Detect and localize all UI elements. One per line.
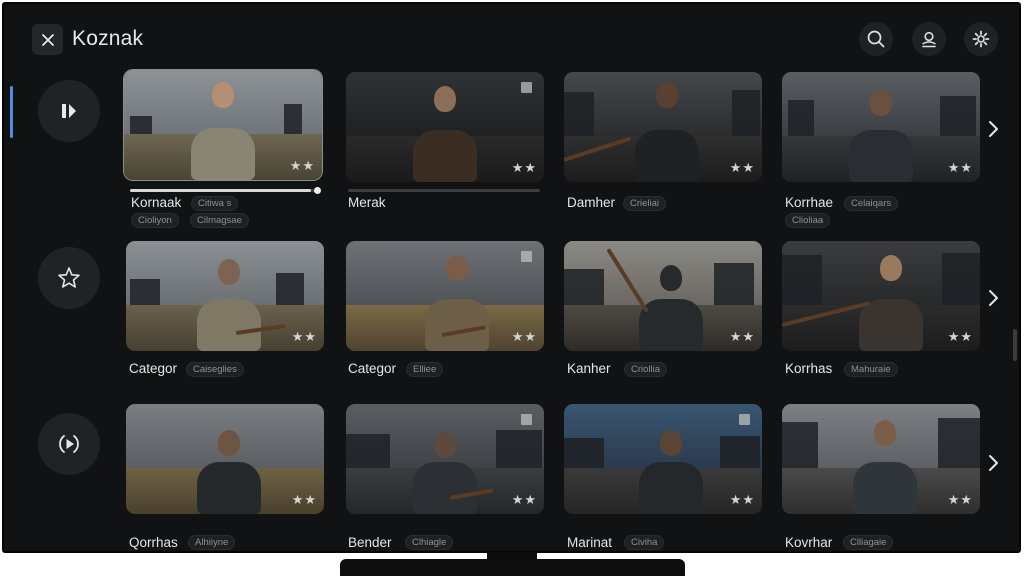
card-thumbnail: ★★ bbox=[126, 404, 324, 514]
chevron-right-icon bbox=[989, 290, 998, 306]
card-title: Kovrhar bbox=[785, 535, 833, 550]
rating-stars: ★★ bbox=[511, 160, 537, 175]
rating-stars: ★★ bbox=[947, 492, 973, 507]
card-thumbnail: ★★ bbox=[564, 404, 762, 514]
card-thumbnail: ★★ bbox=[782, 404, 980, 514]
rating-stars: ★★ bbox=[947, 160, 973, 175]
top-bar: Koznak bbox=[4, 4, 1019, 66]
focus-indicator bbox=[10, 86, 13, 138]
card-thumbnail: ★★ bbox=[782, 241, 980, 351]
media-card[interactable]: ★★ bbox=[346, 72, 544, 182]
card-thumbnail: ★★ bbox=[346, 241, 544, 351]
rating-stars: ★★ bbox=[291, 329, 317, 344]
star-icon bbox=[58, 267, 80, 288]
rating-stars: ★★ bbox=[511, 329, 537, 344]
media-card[interactable]: ★★ bbox=[346, 241, 544, 351]
card-tag: Criollia bbox=[624, 362, 668, 377]
tv-screen: Koznak ★★ Kornaak Citiwa s Cioliyon Cilm… bbox=[2, 2, 1021, 553]
media-card[interactable]: ★★ bbox=[782, 241, 980, 351]
play-pause-icon bbox=[62, 104, 76, 118]
rating-stars: ★★ bbox=[729, 329, 755, 344]
rating-stars: ★★ bbox=[511, 492, 537, 507]
close-button[interactable] bbox=[32, 24, 63, 55]
watch-progress bbox=[130, 187, 321, 194]
rating-stars: ★★ bbox=[291, 492, 317, 507]
select-checkbox[interactable] bbox=[739, 414, 750, 425]
card-tag: Cilmagsae bbox=[190, 213, 249, 228]
card-title: Bender bbox=[348, 535, 392, 550]
settings-icon bbox=[972, 30, 990, 48]
play-circle-icon bbox=[59, 435, 79, 453]
card-title: Merak bbox=[348, 195, 386, 210]
card-tag: Mahuraie bbox=[844, 362, 898, 377]
close-icon bbox=[41, 33, 54, 46]
chevron-right-icon bbox=[989, 455, 998, 471]
card-title: Kornaak bbox=[131, 195, 182, 210]
card-tag: Crieliai bbox=[623, 196, 667, 211]
card-tag: Civiha bbox=[624, 535, 665, 550]
row-scroll-right[interactable] bbox=[982, 283, 1004, 313]
card-tag: Citiwa s bbox=[191, 196, 239, 211]
profile-icon bbox=[922, 31, 936, 48]
card-tag: Clioliaa bbox=[785, 213, 831, 228]
watch-progress-track bbox=[348, 189, 540, 192]
media-card[interactable]: ★★ bbox=[782, 404, 980, 514]
card-thumbnail: ★★ bbox=[564, 241, 762, 351]
select-checkbox[interactable] bbox=[521, 82, 532, 93]
card-title: Categor bbox=[348, 361, 397, 376]
row-scroll-right[interactable] bbox=[982, 448, 1004, 478]
card-thumbnail: ★★ bbox=[346, 404, 544, 514]
card-thumbnail: ★★ bbox=[126, 241, 324, 351]
media-card[interactable]: ★★ bbox=[564, 241, 762, 351]
settings-button[interactable] bbox=[964, 22, 998, 56]
chevron-right-icon bbox=[989, 121, 998, 137]
tv-stand-base bbox=[340, 559, 685, 576]
row-scroll-right[interactable] bbox=[982, 114, 1004, 144]
rating-stars: ★★ bbox=[729, 160, 755, 175]
media-card[interactable]: ★★ bbox=[564, 404, 762, 514]
media-card[interactable]: ★★ bbox=[124, 70, 322, 180]
rating-stars: ★★ bbox=[289, 158, 315, 173]
card-title: Marinat bbox=[567, 535, 613, 550]
search-button[interactable] bbox=[859, 22, 893, 56]
card-thumbnail: ★★ bbox=[564, 72, 762, 182]
card-title: Categor bbox=[129, 361, 178, 376]
vertical-scrollbar[interactable] bbox=[1013, 329, 1017, 361]
profile-button[interactable] bbox=[912, 22, 946, 56]
card-tag: Alhiiyne bbox=[188, 535, 236, 550]
media-card[interactable]: ★★ bbox=[126, 241, 324, 351]
favorite-button[interactable] bbox=[38, 247, 100, 309]
rating-stars: ★★ bbox=[729, 492, 755, 507]
play-pause-button[interactable] bbox=[38, 80, 100, 142]
select-checkbox[interactable] bbox=[521, 414, 532, 425]
media-card[interactable]: ★★ bbox=[346, 404, 544, 514]
card-tag: Clhiagle bbox=[405, 535, 454, 550]
next-button[interactable] bbox=[38, 413, 100, 475]
select-checkbox[interactable] bbox=[521, 251, 532, 262]
media-card[interactable]: ★★ bbox=[782, 72, 980, 182]
search-icon bbox=[867, 30, 885, 48]
card-tag: Celaiqars bbox=[844, 196, 899, 211]
card-thumbnail: ★★ bbox=[124, 70, 322, 180]
rating-stars: ★★ bbox=[947, 329, 973, 344]
card-thumbnail: ★★ bbox=[346, 72, 544, 182]
card-title: Korrhas bbox=[785, 361, 833, 376]
card-tag: Elliee bbox=[406, 362, 444, 377]
card-tag: Clliagaie bbox=[843, 535, 894, 550]
card-title: Qorrhas bbox=[129, 535, 178, 550]
media-card[interactable]: ★★ bbox=[126, 404, 324, 514]
card-tag: Caiseglies bbox=[186, 362, 244, 377]
card-title: Korrhae bbox=[785, 195, 834, 210]
card-thumbnail: ★★ bbox=[782, 72, 980, 182]
media-card[interactable]: ★★ bbox=[564, 72, 762, 182]
card-tag: Cioliyon bbox=[131, 213, 179, 228]
card-title: Damher bbox=[567, 195, 616, 210]
card-title: Kanher bbox=[567, 361, 611, 376]
app-title: Koznak bbox=[72, 27, 144, 50]
